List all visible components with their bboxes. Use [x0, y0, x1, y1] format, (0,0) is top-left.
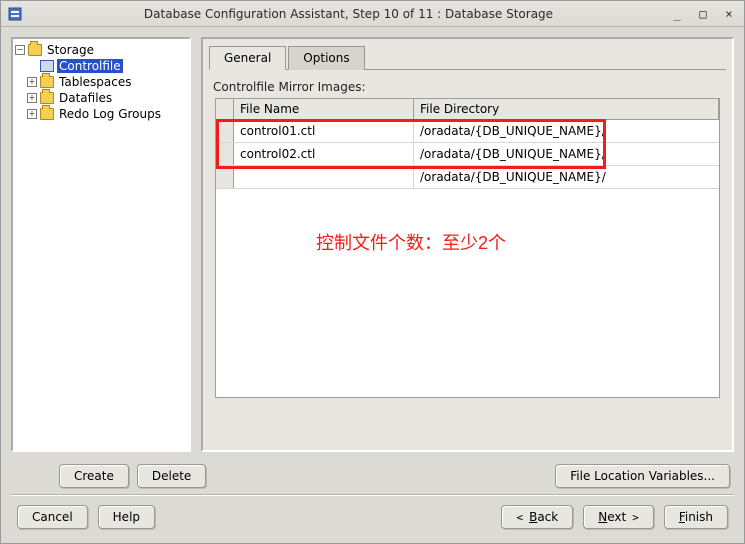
expand-icon[interactable]: +	[27, 77, 37, 87]
storage-tree[interactable]: − Storage Controlfile + Tablespaces + Da…	[11, 37, 191, 452]
tabs: General Options	[209, 45, 726, 70]
create-button[interactable]: Create	[59, 464, 129, 488]
controlfile-table: File Name File Directory control01.ctl /…	[215, 98, 720, 398]
section-label: Controlfile Mirror Images:	[213, 80, 722, 94]
tree-root-storage[interactable]: − Storage	[15, 43, 187, 57]
folder-icon	[40, 76, 54, 88]
back-button[interactable]: < Back	[501, 505, 573, 529]
annotation-text: 控制文件个数：至少2个	[316, 229, 506, 255]
tree-item-label: Tablespaces	[57, 75, 134, 89]
tree-item-label: Datafiles	[57, 91, 114, 105]
file-location-variables-button[interactable]: File Location Variables...	[555, 464, 730, 488]
content-area: − Storage Controlfile + Tablespaces + Da…	[1, 27, 744, 456]
collapse-icon[interactable]: −	[15, 45, 25, 55]
table-row[interactable]: control01.ctl /oradata/{DB_UNIQUE_NAME}/	[216, 120, 719, 143]
tree-item-label: Controlfile	[57, 59, 123, 73]
titlebar: Database Configuration Assistant, Step 1…	[1, 1, 744, 27]
row-gutter	[216, 143, 234, 165]
cell-file-name[interactable]	[234, 166, 414, 188]
folder-icon	[40, 108, 54, 120]
cancel-button[interactable]: Cancel	[17, 505, 88, 529]
expand-icon[interactable]: +	[27, 109, 37, 119]
cell-file-name[interactable]: control02.ctl	[234, 143, 414, 165]
window-title: Database Configuration Assistant, Step 1…	[29, 7, 668, 21]
tab-general[interactable]: General	[209, 46, 286, 70]
folder-open-icon	[28, 44, 42, 56]
tree-item-label: Redo Log Groups	[57, 107, 163, 121]
tree-item-controlfile[interactable]: Controlfile	[27, 59, 187, 73]
cell-file-name[interactable]: control01.ctl	[234, 120, 414, 142]
chevron-right-icon: >	[632, 511, 639, 524]
delete-button[interactable]: Delete	[137, 464, 206, 488]
app-window: Database Configuration Assistant, Step 1…	[0, 0, 745, 544]
next-button[interactable]: Next >	[583, 505, 654, 529]
maximize-button[interactable]: □	[694, 6, 712, 22]
table-header: File Name File Directory	[216, 99, 719, 120]
close-button[interactable]: ×	[720, 6, 738, 22]
window-controls: _ □ ×	[668, 6, 738, 22]
main-panel: General Options Controlfile Mirror Image…	[201, 37, 734, 452]
row-header-blank	[216, 99, 234, 119]
cell-file-directory[interactable]: /oradata/{DB_UNIQUE_NAME}/	[414, 143, 719, 165]
app-icon	[7, 6, 23, 22]
row-gutter	[216, 166, 234, 188]
tab-options[interactable]: Options	[288, 46, 364, 70]
tree-item-redo-log-groups[interactable]: + Redo Log Groups	[27, 107, 187, 121]
chevron-left-icon: <	[516, 511, 523, 524]
minimize-button[interactable]: _	[668, 6, 686, 22]
finish-button[interactable]: Finish	[664, 505, 728, 529]
table-row[interactable]: control02.ctl /oradata/{DB_UNIQUE_NAME}/	[216, 143, 719, 166]
tree-item-tablespaces[interactable]: + Tablespaces	[27, 75, 187, 89]
folder-icon	[40, 92, 54, 104]
panel-buttons: Create Delete File Location Variables...	[1, 456, 744, 494]
help-button[interactable]: Help	[98, 505, 155, 529]
tree-root-label: Storage	[45, 43, 96, 57]
expand-icon[interactable]: +	[27, 93, 37, 103]
cell-file-directory[interactable]: /oradata/{DB_UNIQUE_NAME}/	[414, 120, 719, 142]
row-gutter	[216, 120, 234, 142]
col-header-file-name[interactable]: File Name	[234, 99, 414, 119]
col-header-file-directory[interactable]: File Directory	[414, 99, 719, 119]
table-row[interactable]: /oradata/{DB_UNIQUE_NAME}/	[216, 166, 719, 189]
cell-file-directory[interactable]: /oradata/{DB_UNIQUE_NAME}/	[414, 166, 719, 188]
tree-item-datafiles[interactable]: + Datafiles	[27, 91, 187, 105]
wizard-footer: Cancel Help < Back Next > Finish	[1, 495, 744, 543]
controlfile-icon	[40, 60, 54, 72]
